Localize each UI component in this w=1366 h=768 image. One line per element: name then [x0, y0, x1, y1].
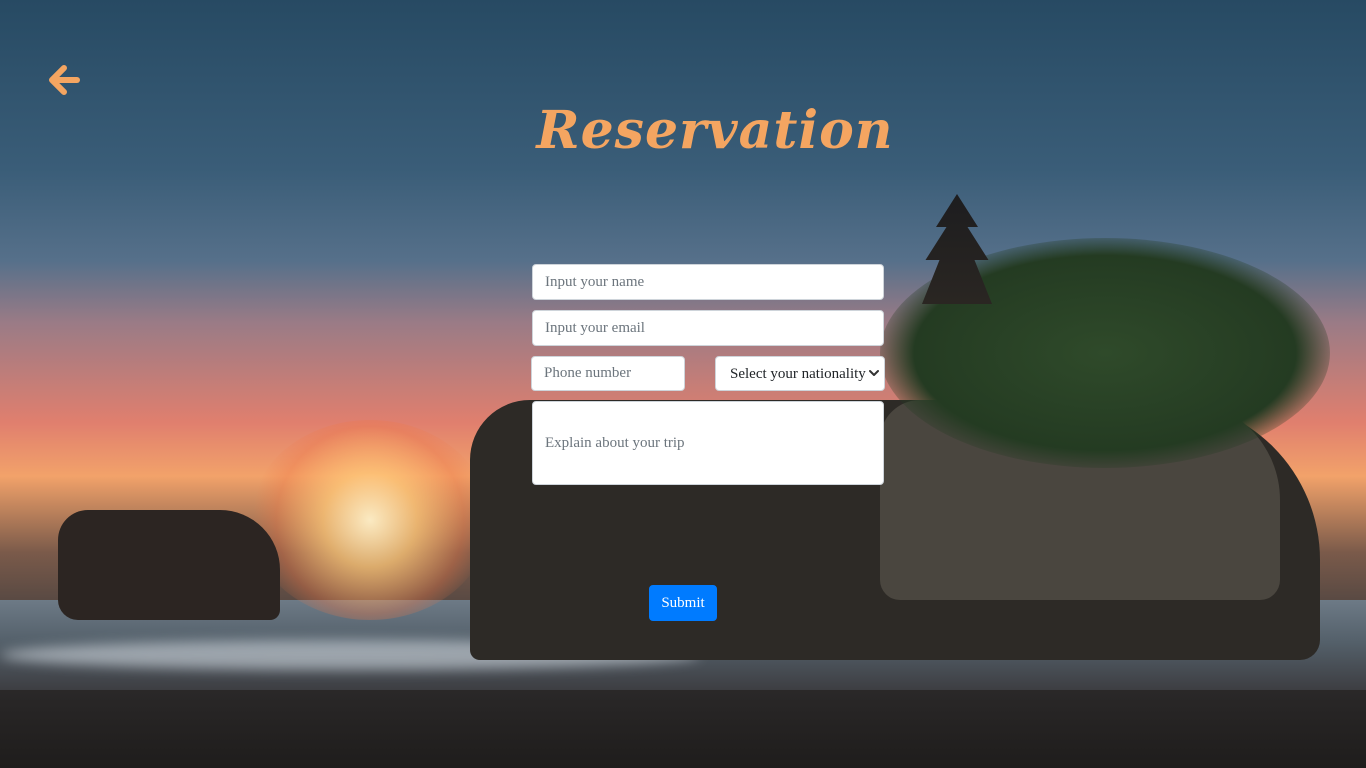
name-input[interactable] [532, 264, 884, 300]
email-input[interactable] [532, 310, 884, 346]
nationality-select-wrapper: Select your nationality [715, 356, 885, 391]
background-shore [0, 690, 1366, 768]
background-temple [922, 194, 992, 304]
trip-description-textarea[interactable] [532, 401, 884, 485]
back-button[interactable] [44, 60, 84, 100]
nationality-select[interactable]: Select your nationality [715, 356, 885, 391]
arrow-left-icon [49, 65, 80, 95]
phone-input[interactable] [531, 356, 685, 391]
background-sun [250, 420, 490, 620]
page-title: Reservation [536, 100, 894, 161]
background-rock-left [58, 510, 280, 620]
reservation-page: Reservation Select your nationality Subm… [0, 0, 1366, 768]
submit-button[interactable]: Submit [649, 585, 717, 621]
